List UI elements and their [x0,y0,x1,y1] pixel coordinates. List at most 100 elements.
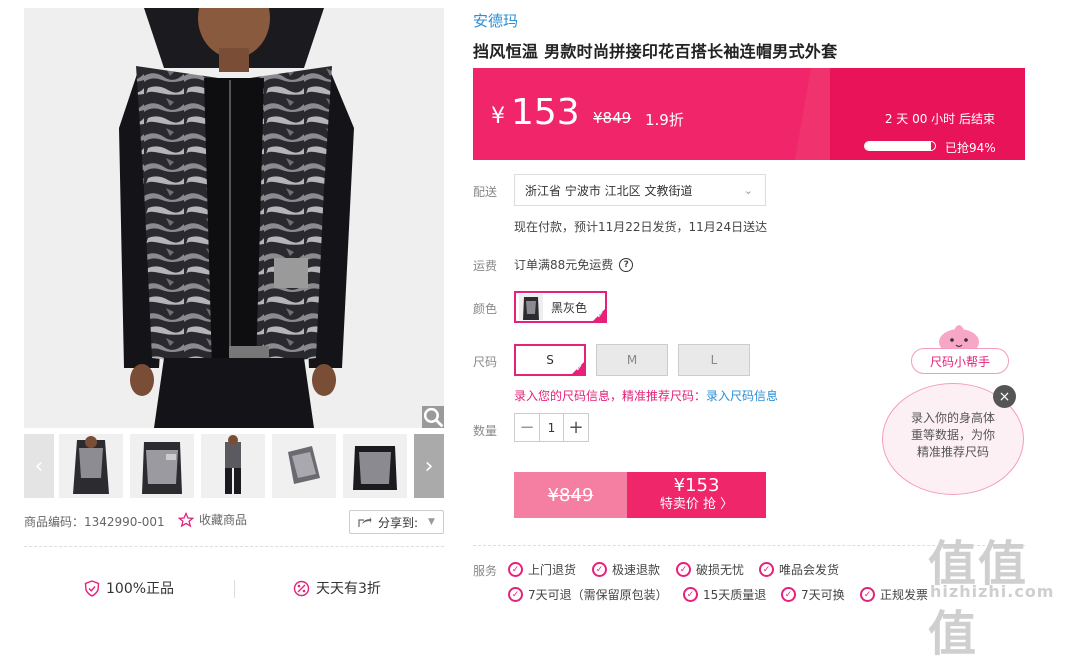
quantity-label: 数量 [473,424,498,438]
check-circle-icon: ✓ [592,562,607,577]
share-label: 分享到: [378,515,419,530]
buy-cta: 特卖价 抢 〉 [659,497,734,512]
service-label: 破损无忧 [696,563,745,577]
color-swatch-image [519,294,543,320]
close-icon[interactable]: × [993,385,1016,408]
size-hint-link[interactable]: 录入尺码信息 [706,389,778,403]
authentic-label: 100%正品 [106,581,175,597]
quantity-stepper: − 1 + [514,413,589,442]
service-label: 极速退款 [612,563,661,577]
chevron-left-icon: ‹ [34,453,44,479]
thumbnail-3[interactable] [201,434,265,498]
service-item: ✓ 上门退货 [508,561,576,578]
size-hint-text: 录入您的尺码信息，精准推荐尺码： [514,389,707,403]
quantity-value[interactable]: 1 [539,414,564,441]
service-label: 唯品会发货 [779,563,840,577]
countdown-timer: 2 天 00 小时 后结束 [884,112,995,126]
check-circle-icon: ✓ [508,562,523,577]
product-code: 商品编码：1342990-001 [24,515,165,529]
address-value: 浙江省 宁波市 江北区 文教街道 [525,183,693,198]
check-circle-icon: ✓ [759,562,774,577]
check-circle-icon: ✓ [860,587,875,602]
service-label: 上门退货 [528,563,577,577]
service-item: ✓ 破损无忧 [676,561,744,578]
chevron-down-icon: ⌄ [743,183,753,197]
address-select[interactable]: 浙江省 宁波市 江北区 文教街道 ⌄ [514,174,766,206]
service-item: ✓ 15天质量退 [683,586,766,603]
check-circle-icon: ✓ [683,587,698,602]
size-option-label: M [626,353,638,367]
watermark-url: hizhizhi.com [930,582,1055,601]
discount-rate: 1.9折 [645,111,684,129]
sold-progress-bar [864,141,936,151]
quantity-minus-button[interactable]: − [515,414,539,441]
currency-symbol: ¥ [491,104,505,129]
color-option-black-gray[interactable]: 黑灰色 ✓ [514,291,607,323]
brand-link[interactable]: 安德玛 [473,10,518,31]
percent-badge-icon [293,580,310,596]
authentic-badge: 100%正品 [84,578,174,598]
product-title: 挡风恒温 男款时尚拼接印花百搭长袖连帽男式外套 [473,42,838,61]
helper-line: 重等数据，为你 [910,428,995,442]
service-item: ✓ 正规发票 [860,586,928,603]
helper-line: 精准推荐尺码 [916,445,989,459]
divider [234,580,235,598]
quantity-plus-button[interactable]: + [564,414,588,441]
current-price: 153 [511,92,580,133]
thumbnail-1[interactable] [59,434,123,498]
thumbnail-strip [59,434,411,498]
thumbnail-5[interactable] [343,434,407,498]
original-price: ¥849 [593,109,632,127]
color-option-label: 黑灰色 [551,300,588,315]
buy-now-button[interactable]: ¥153 特卖价 抢 〉 [627,472,766,518]
chevron-right-icon: › [424,453,434,479]
thumbnail-2[interactable] [130,434,194,498]
size-option-l[interactable]: L [678,344,750,376]
service-item: ✓ 极速退款 [592,561,660,578]
service-item: ✓ 7天可退（需保留原包装） [508,586,668,603]
price-banner: ¥ 153 ¥849 1.9折 2 天 00 小时 后结束 已抢94% [473,68,1025,160]
thumbnail-4[interactable] [272,434,336,498]
check-icon: ✓ [575,364,583,374]
check-circle-icon: ✓ [781,587,796,602]
favorite-label: 收藏商品 [199,513,248,527]
delivery-eta: 现在付款，预计11月22日发货，11月24日送达 [514,220,768,234]
service-label: 15天质量退 [703,588,767,602]
service-item: ✓ 唯品会发货 [759,561,839,578]
size-option-label: L [710,353,718,367]
shipping-label: 运费 [473,259,498,273]
helper-line: 录入你的身高体 [910,411,995,425]
services-label: 服务 [473,564,498,578]
thumbnail-next-button[interactable]: › [414,434,444,498]
zoom-icon[interactable] [422,406,444,428]
service-label: 7天可换 [801,588,845,602]
check-circle-icon: ✓ [508,587,523,602]
delivery-label: 配送 [473,185,498,199]
service-label: 7天可退（需保留原包装） [528,588,668,602]
main-product-image[interactable] [24,8,444,428]
favorite-button[interactable]: 收藏商品 [178,511,247,528]
service-label: 正规发票 [880,588,929,602]
daily-discount-badge: 天天有3折 [293,578,381,598]
shipping-text: 订单满88元免运费 [514,258,614,272]
size-hint: 录入您的尺码信息，精准推荐尺码：录入尺码信息 [514,387,778,404]
help-icon[interactable]: ? [619,257,634,272]
thumbnail-prev-button[interactable]: ‹ [24,434,54,498]
size-option-m[interactable]: M [596,344,668,376]
service-item: ✓ 7天可换 [781,586,845,603]
shipping-info: 订单满88元免运费 ? [514,256,634,273]
size-option-s[interactable]: S ✓ [514,344,586,376]
star-icon [178,511,194,527]
color-label: 颜色 [473,302,498,316]
size-label: 尺码 [473,355,498,369]
sold-percent: 已抢94% [945,141,996,155]
divider [24,546,444,547]
shield-icon [84,579,100,597]
caret-down-icon: ▼ [428,517,435,527]
original-price-button: ¥849 [514,472,627,518]
share-dropdown[interactable]: 分享到: ▼ [349,510,444,534]
share-icon [358,517,372,527]
buy-price: ¥153 [673,475,720,496]
size-option-label: S [546,353,554,367]
size-helper-tag[interactable]: 尺码小帮手 [911,348,1009,374]
